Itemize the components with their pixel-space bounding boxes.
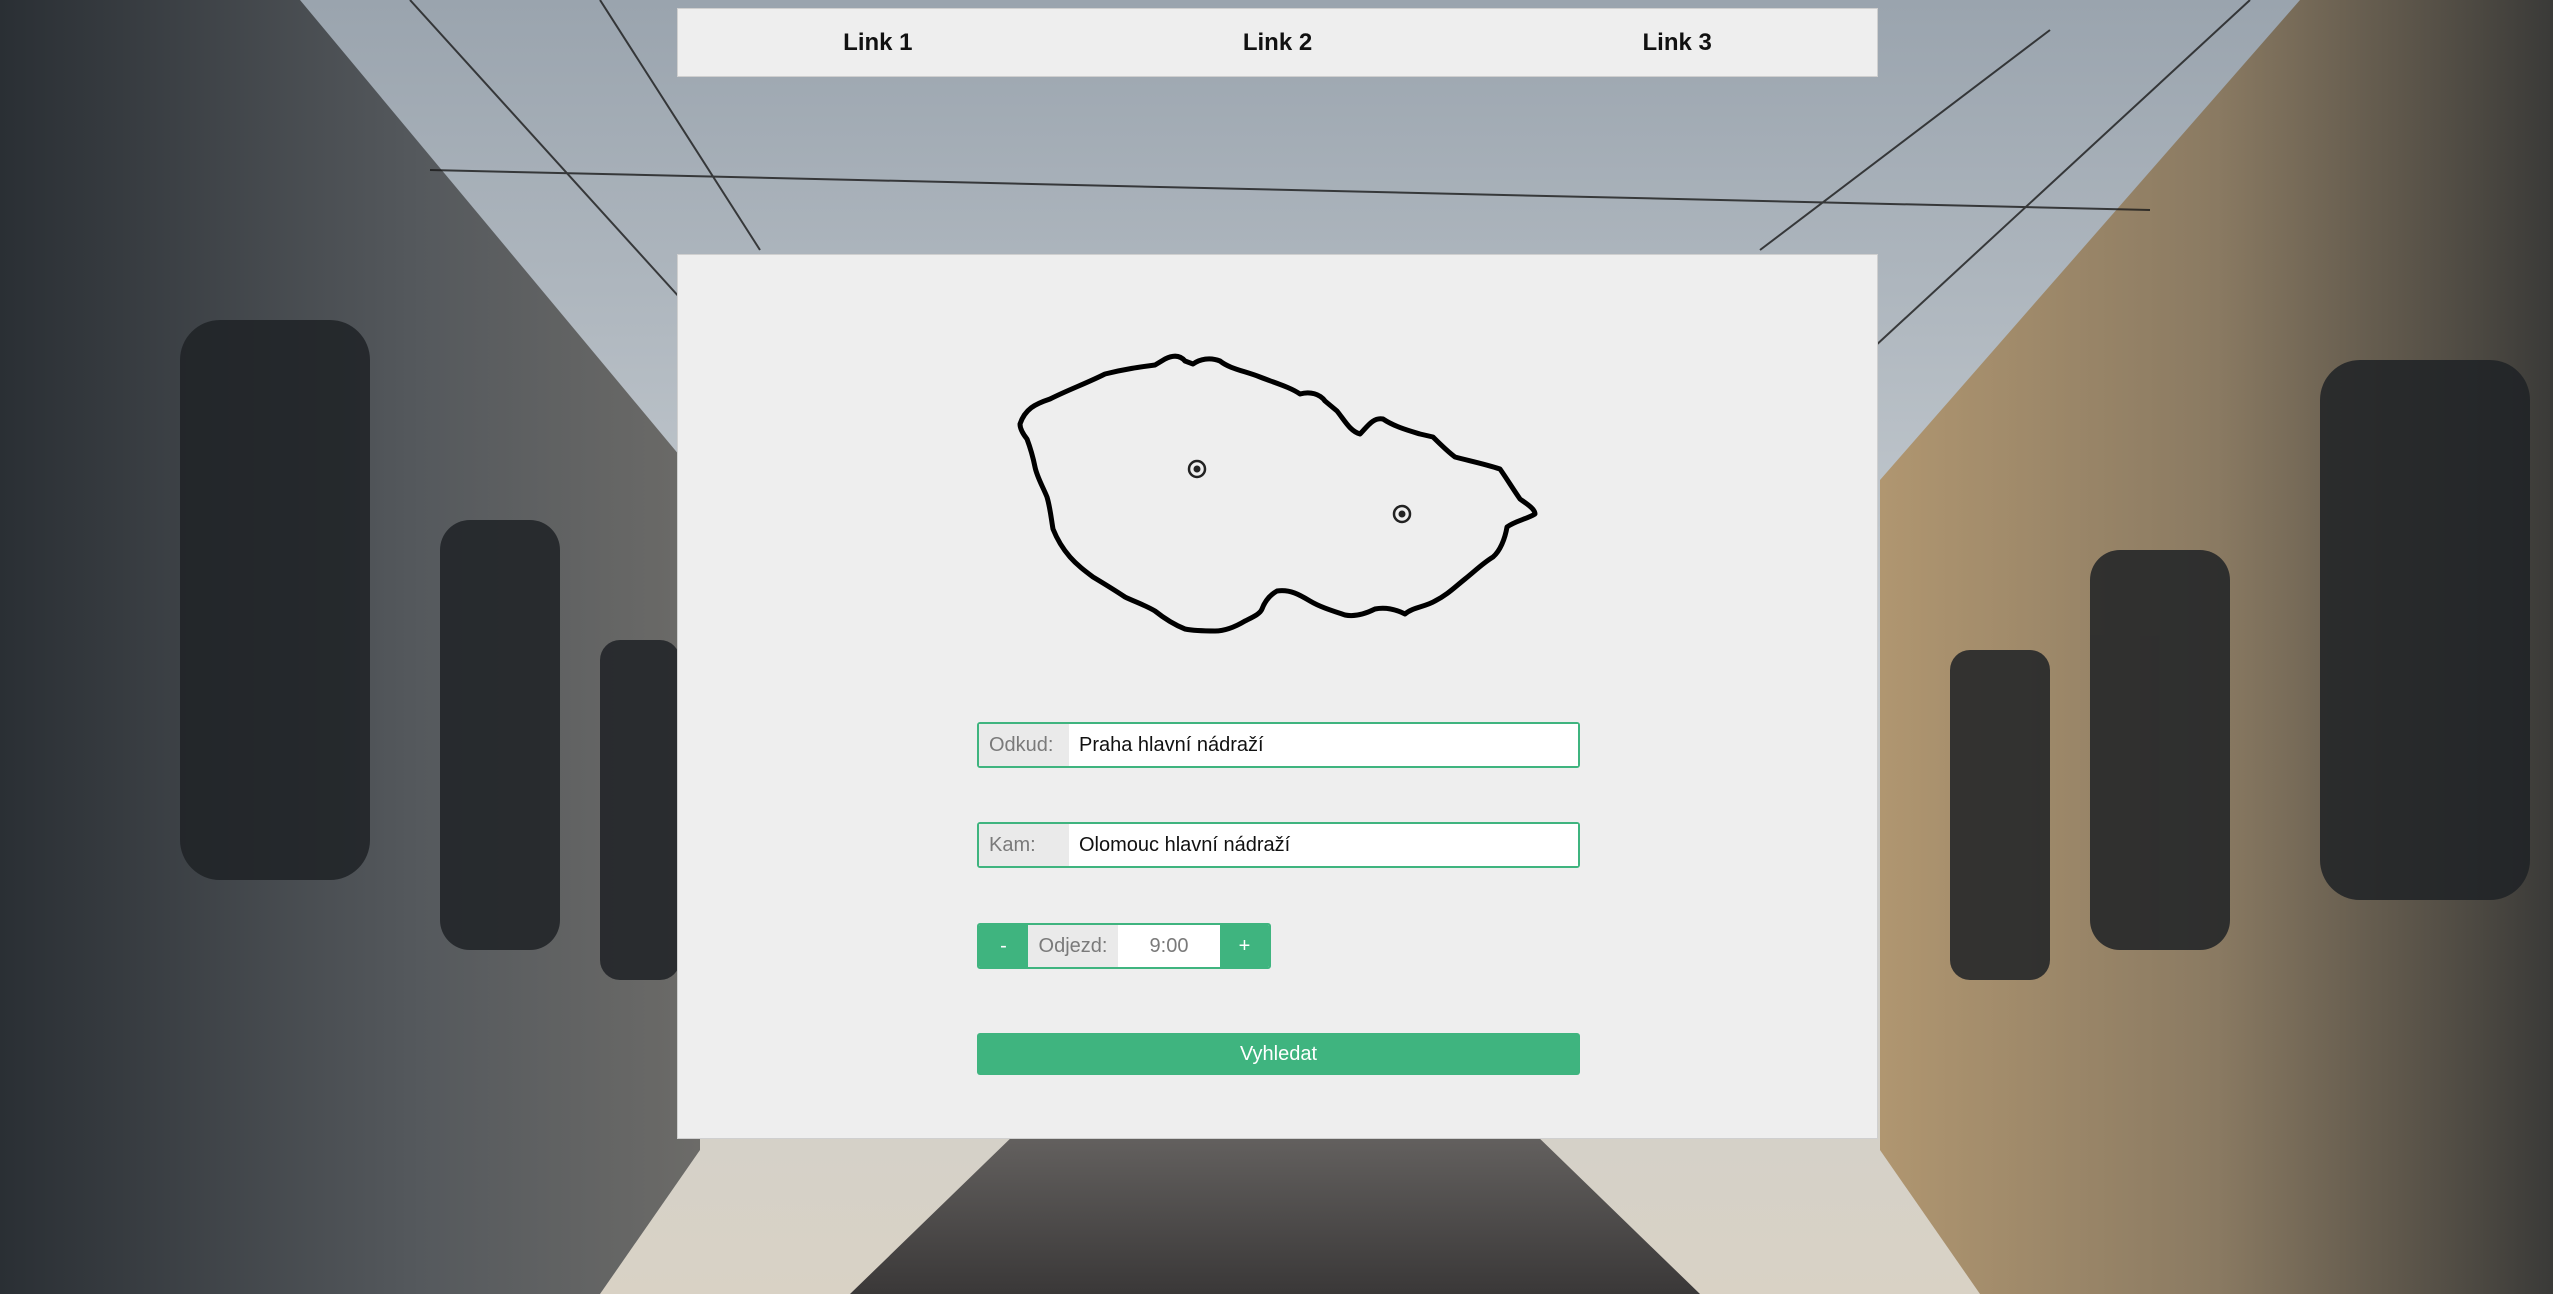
decrease-time-button[interactable]: -	[979, 925, 1028, 967]
from-field: Odkud:	[977, 722, 1580, 768]
departure-time-input[interactable]	[1118, 925, 1220, 967]
search-panel: Odkud: Kam: - Odjezd: + Vyhledat	[677, 254, 1878, 1139]
nav-link-3[interactable]: Link 3	[1477, 29, 1877, 57]
increase-time-button[interactable]: +	[1220, 925, 1269, 967]
praha-marker-icon	[1187, 459, 1207, 479]
nav-link-1[interactable]: Link 1	[678, 29, 1078, 57]
nav-link-2[interactable]: Link 2	[1078, 29, 1478, 57]
search-button[interactable]: Vyhledat	[977, 1033, 1580, 1075]
from-input[interactable]	[1069, 724, 1578, 766]
top-navigation-bar: Link 1 Link 2 Link 3	[677, 8, 1878, 77]
to-input[interactable]	[1069, 824, 1578, 866]
to-label: Kam:	[979, 824, 1069, 866]
to-field: Kam:	[977, 822, 1580, 868]
departure-time-stepper: - Odjezd: +	[977, 923, 1271, 969]
olomouc-marker-icon	[1392, 504, 1412, 524]
from-label: Odkud:	[979, 724, 1069, 766]
departure-label: Odjezd:	[1028, 925, 1118, 967]
czech-republic-map-icon	[1017, 353, 1538, 634]
